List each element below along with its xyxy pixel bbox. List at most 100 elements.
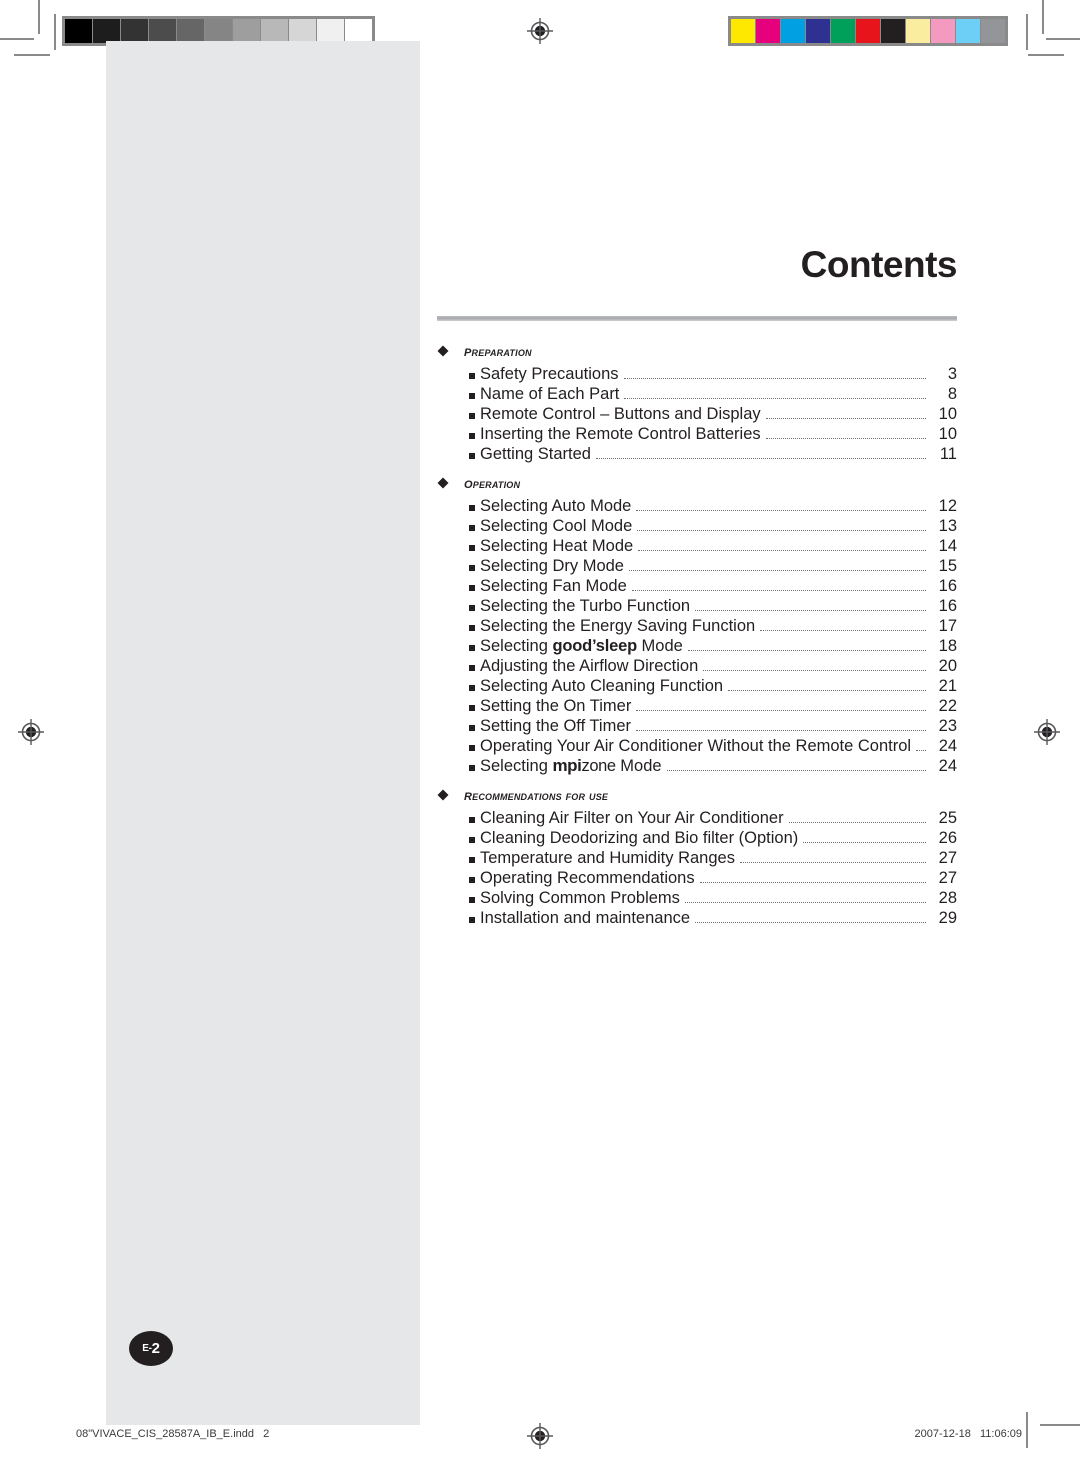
footer-timestamp: 2007-12-18 11:06:09 <box>914 1428 1022 1440</box>
toc-leader-dots <box>636 721 926 731</box>
grayscale-patch <box>177 19 204 43</box>
crop-mark-top-right-horizontal <box>1046 38 1080 40</box>
color-patch <box>856 19 880 43</box>
diamond-icon <box>437 344 449 357</box>
registration-target-icon-left <box>18 719 44 745</box>
toc-entry[interactable]: Selecting the Turbo Function 16 <box>437 596 957 616</box>
toc-entry-page-number: 8 <box>947 385 957 403</box>
square-bullet-icon <box>469 685 475 691</box>
toc-entry[interactable]: Getting Started 11 <box>437 444 957 464</box>
square-bullet-icon <box>469 745 475 751</box>
crop-mark-top-right-vertical <box>1042 0 1044 34</box>
toc-entry-page-number: 27 <box>938 849 957 867</box>
toc-entry[interactable]: Name of Each Part 8 <box>437 384 957 404</box>
toc-entry-page-number: 22 <box>938 697 957 715</box>
grayscale-patch <box>261 19 288 43</box>
toc-entry[interactable]: Installation and maintenance 29 <box>437 908 957 928</box>
grayscale-patch <box>93 19 120 43</box>
toc-section: Operation Selecting Auto Mode 12 Selecting … <box>437 475 957 776</box>
crop-mark-top-left-vertical <box>38 0 40 34</box>
toc-entry-label: Operating Your Air Conditioner Without t… <box>480 737 912 755</box>
toc-entry[interactable]: Cleaning Air Filter on Your Air Conditio… <box>437 808 957 828</box>
toc-leader-dots <box>788 813 926 823</box>
square-bullet-icon <box>469 373 475 379</box>
toc-entry[interactable]: Setting the On Timer 22 <box>437 696 957 716</box>
toc-leader-dots <box>687 641 926 651</box>
registration-target-icon-top-center <box>527 18 553 44</box>
registration-target-icon-right <box>1034 719 1060 745</box>
toc-entry[interactable]: Selecting Dry Mode 15 <box>437 556 957 576</box>
toc-entry-label: Cleaning Air Filter on Your Air Conditio… <box>480 809 784 827</box>
square-bullet-icon <box>469 817 475 823</box>
toc-entry[interactable]: Operating Your Air Conditioner Without t… <box>437 736 957 756</box>
toc-entry[interactable]: Cleaning Deodorizing and Bio filter (Opt… <box>437 828 957 848</box>
toc-entry-page-number: 10 <box>938 425 957 443</box>
toc-entry[interactable]: Solving Common Problems 28 <box>437 888 957 908</box>
square-bullet-icon <box>469 917 475 923</box>
toc-entry-page-number: 18 <box>938 637 957 655</box>
toc-entry[interactable]: Selecting Fan Mode 16 <box>437 576 957 596</box>
toc-entry-page-number: 12 <box>938 497 957 515</box>
crop-mark-top-left-horizontal <box>0 38 34 40</box>
toc-leader-dots <box>803 833 926 843</box>
toc-entry[interactable]: Adjusting the Airflow Direction 20 <box>437 656 957 676</box>
toc-leader-dots <box>595 449 926 459</box>
crop-mark-bottom-right-horizontal <box>1040 1424 1080 1426</box>
toc-entry-label: Setting the Off Timer <box>480 717 632 735</box>
toc-leader-dots <box>916 741 927 751</box>
toc-leader-dots <box>636 501 926 511</box>
toc-entry-label: Getting Started <box>480 445 591 463</box>
square-bullet-icon <box>469 525 475 531</box>
toc-entry[interactable]: Remote Control – Buttons and Display 10 <box>437 404 957 424</box>
toc-entry[interactable]: Setting the Off Timer 23 <box>437 716 957 736</box>
toc-entry-label: Selecting good’sleep Mode <box>480 637 683 655</box>
toc-entry[interactable]: Temperature and Humidity Ranges 27 <box>437 848 957 868</box>
toc-entry[interactable]: Selecting Heat Mode 14 <box>437 536 957 556</box>
square-bullet-icon <box>469 645 475 651</box>
toc-entry-label: Selecting Heat Mode <box>480 537 634 555</box>
toc-leader-dots <box>636 701 926 711</box>
toc-entry-label: Cleaning Deodorizing and Bio filter (Opt… <box>480 829 799 847</box>
toc-section-label: Operation <box>464 475 521 492</box>
diamond-icon <box>437 476 449 489</box>
toc-entry-page-number: 29 <box>938 909 957 927</box>
toc-entry-page-number: 3 <box>947 365 957 383</box>
toc-leader-dots <box>628 561 926 571</box>
square-bullet-icon <box>469 625 475 631</box>
toc-section-header: Recommendations for use <box>437 787 957 805</box>
crop-mark-top-left-inner-vertical <box>54 14 56 50</box>
toc-entry[interactable]: Selecting Auto Cleaning Function 21 <box>437 676 957 696</box>
toc-entry-label: Selecting Auto Mode <box>480 497 632 515</box>
toc-leader-dots <box>684 893 926 903</box>
toc-entry[interactable]: Selecting good’sleep Mode 18 <box>437 636 957 656</box>
toc-entry[interactable]: Selecting Cool Mode 13 <box>437 516 957 536</box>
toc-entry[interactable]: Selecting mpizone Mode 24 <box>437 756 957 776</box>
toc-leader-dots <box>703 661 926 671</box>
toc-entry[interactable]: Operating Recommendations 27 <box>437 868 957 888</box>
toc-entry-page-number: 21 <box>938 677 957 695</box>
toc-entry-label: Operating Recommendations <box>480 869 695 887</box>
toc-entry-label: Selecting the Turbo Function <box>480 597 691 615</box>
square-bullet-icon <box>469 453 475 459</box>
toc-entry[interactable]: Selecting Auto Mode 12 <box>437 496 957 516</box>
toc-leader-dots <box>666 761 926 771</box>
color-patch <box>806 19 830 43</box>
square-bullet-icon <box>469 897 475 903</box>
grayscale-patch <box>345 19 372 43</box>
toc-leader-dots <box>699 873 926 883</box>
toc-leader-dots <box>739 853 926 863</box>
grayscale-patch <box>289 19 316 43</box>
toc-entry-label: Setting the On Timer <box>480 697 632 715</box>
toc-entry-label: Selecting mpizone Mode <box>480 756 662 775</box>
toc-section-header: Preparation <box>437 343 957 361</box>
grayscale-patch <box>121 19 148 43</box>
crop-mark-top-right-inner-vertical <box>1026 14 1028 50</box>
page-badge-prefix: E- <box>142 1343 152 1354</box>
toc-entry[interactable]: Inserting the Remote Control Batteries 10 <box>437 424 957 444</box>
square-bullet-icon <box>469 433 475 439</box>
toc-entry[interactable]: Safety Precautions 3 <box>437 364 957 384</box>
crop-mark-bottom-right-vertical <box>1026 1412 1028 1448</box>
color-patch <box>931 19 955 43</box>
toc-entry[interactable]: Selecting the Energy Saving Function 17 <box>437 616 957 636</box>
color-patch <box>981 19 1005 43</box>
